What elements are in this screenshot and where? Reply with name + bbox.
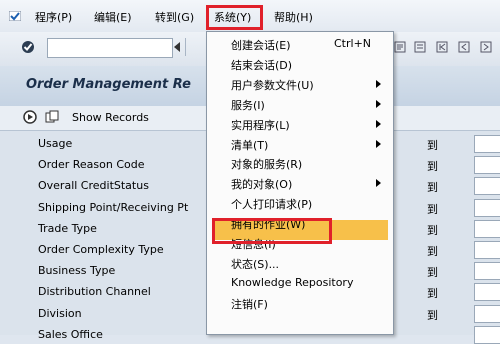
dropdown-item[interactable]: 状态(S)... xyxy=(231,256,279,272)
form-row-label: Distribution Channel xyxy=(38,285,151,298)
submenu-arrow-icon xyxy=(376,100,381,108)
dropdown-item[interactable]: 用户参数文件(U) xyxy=(231,77,314,93)
dropdown-item[interactable]: 对象的服务(R) xyxy=(231,156,302,172)
range-to-label: 到 xyxy=(427,266,438,279)
form-row-label: Order Complexity Type xyxy=(38,243,164,256)
dropdown-item[interactable]: 服务(I) xyxy=(231,97,265,113)
owned-jobs-highlight-box xyxy=(212,218,332,244)
submenu-arrow-icon xyxy=(376,179,381,187)
submenu-arrow-icon xyxy=(376,140,381,148)
copy-variant-icon[interactable] xyxy=(45,110,59,124)
menu-goto[interactable]: 转到(G) xyxy=(155,11,194,25)
range-to-label: 到 xyxy=(427,224,438,237)
page-title: Order Management Re xyxy=(26,77,191,92)
range-to-label: 到 xyxy=(427,309,438,322)
menu-program[interactable]: 程序(P) xyxy=(35,11,72,25)
range-to-input[interactable] xyxy=(474,262,500,280)
enter-check-icon[interactable] xyxy=(21,40,35,54)
first-page-icon[interactable] xyxy=(436,41,448,53)
range-to-input[interactable] xyxy=(474,177,500,195)
form-row-label: Shipping Point/Receiving Pt xyxy=(38,201,189,214)
dropdown-item[interactable]: 我的对象(O) xyxy=(231,176,292,192)
submenu-arrow-icon xyxy=(376,120,381,128)
sap-logo-icon xyxy=(8,10,22,22)
range-to-input[interactable] xyxy=(474,283,500,301)
dropdown-item[interactable]: 个人打印请求(P) xyxy=(231,196,312,212)
range-to-input[interactable] xyxy=(474,156,500,174)
find-next-icon[interactable] xyxy=(414,41,426,53)
range-to-label: 到 xyxy=(427,181,438,194)
range-to-label: 到 xyxy=(427,245,438,258)
range-to-input[interactable] xyxy=(474,220,500,238)
find-icon[interactable] xyxy=(394,41,406,53)
command-field[interactable] xyxy=(47,38,173,58)
range-to-label: 到 xyxy=(427,139,438,152)
form-row-label: Overall CreditStatus xyxy=(38,179,149,192)
toolbar-separator xyxy=(185,38,186,56)
dropdown-item[interactable]: Knowledge Repository xyxy=(231,276,353,289)
menu-edit[interactable]: 编辑(E) xyxy=(94,11,132,25)
submenu-arrow-icon xyxy=(376,80,381,88)
form-row-label: Usage xyxy=(38,137,73,150)
range-to-input[interactable] xyxy=(474,305,500,323)
dropdown-item[interactable]: 注销(F) xyxy=(231,296,268,312)
show-records-button[interactable]: Show Records xyxy=(72,111,149,124)
range-to-input[interactable] xyxy=(474,326,500,344)
dropdown-item[interactable]: 实用程序(L) xyxy=(231,117,290,133)
previous-page-icon[interactable] xyxy=(458,41,470,53)
dropdown-item[interactable]: 创建会话(E) xyxy=(231,37,291,53)
form-row-label: Trade Type xyxy=(38,222,97,235)
system-menu-highlight-box xyxy=(206,5,263,30)
range-to-input[interactable] xyxy=(474,199,500,217)
form-row-label: Business Type xyxy=(38,264,116,277)
range-to-label: 到 xyxy=(427,287,438,300)
dropdown-item[interactable]: 清单(T) xyxy=(231,137,268,153)
dropdown-item[interactable]: 结束会话(D) xyxy=(231,57,292,73)
form-row-label: Division xyxy=(38,307,82,320)
range-to-label: 到 xyxy=(427,160,438,173)
menu-help[interactable]: 帮助(H) xyxy=(274,11,313,25)
range-to-label: 到 xyxy=(427,203,438,216)
command-history-icon[interactable] xyxy=(173,42,181,52)
execute-icon[interactable] xyxy=(23,110,37,124)
form-row-label: Order Reason Code xyxy=(38,158,145,171)
dropdown-item-shortcut: Ctrl+N xyxy=(334,37,372,50)
range-to-input[interactable] xyxy=(474,135,500,153)
range-to-input[interactable] xyxy=(474,241,500,259)
next-page-icon[interactable] xyxy=(480,41,492,53)
